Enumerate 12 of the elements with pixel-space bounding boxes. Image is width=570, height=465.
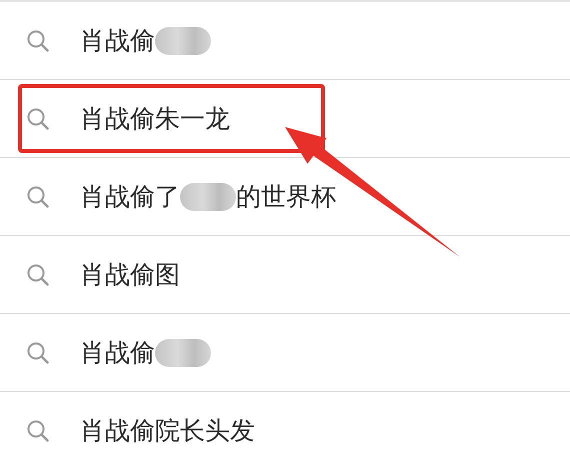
search-icon xyxy=(26,106,50,130)
search-icon xyxy=(26,28,50,52)
search-icon xyxy=(26,418,50,442)
suggestion-text[interactable]: 肖战偷 xyxy=(80,24,211,57)
suggestion-text[interactable]: 肖战偷图 xyxy=(80,258,180,291)
suggestion-text[interactable]: 肖战偷朱一龙 xyxy=(80,102,230,135)
search-icon xyxy=(26,340,50,364)
suggestion-text[interactable]: 肖战偷院长头发 xyxy=(80,414,255,447)
search-icon xyxy=(26,262,50,286)
search-icon xyxy=(26,184,50,208)
suggestion-text[interactable]: 肖战偷了 的世界杯 xyxy=(80,180,336,213)
suggestion-text[interactable]: 肖战偷 xyxy=(80,336,211,369)
